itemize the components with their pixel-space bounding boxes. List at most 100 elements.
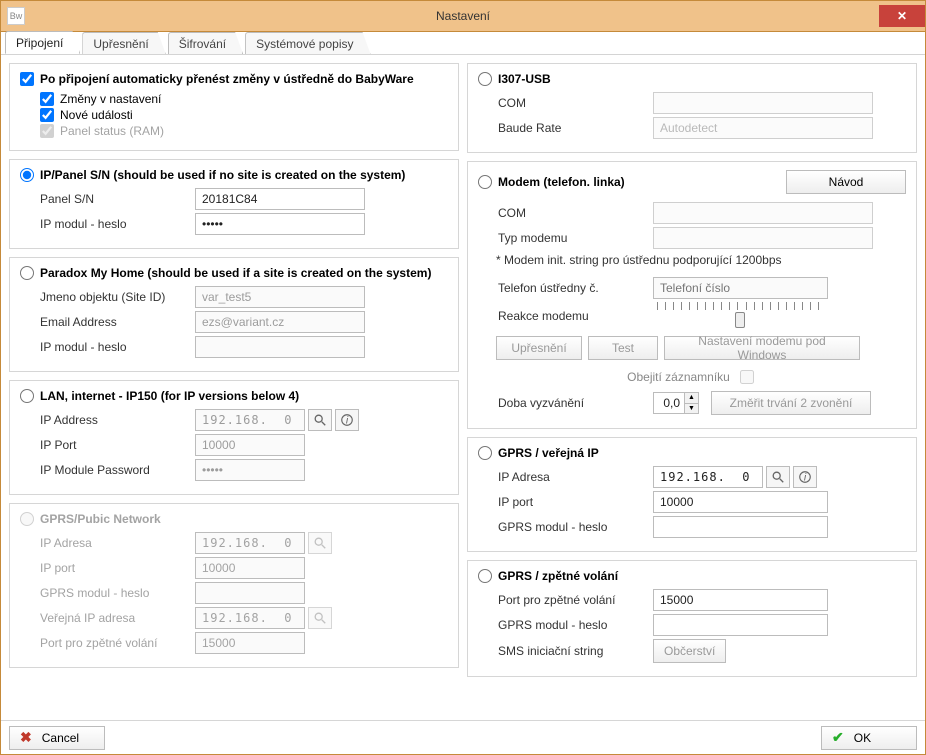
- radio-ip-sn-input[interactable]: [20, 168, 34, 182]
- ring-duration-label: Doba vyzvánění: [498, 396, 653, 410]
- radio-gprs-ip[interactable]: GPRS / veřejná IP: [478, 446, 906, 460]
- left-column: Po připojení automaticky přenést změny v…: [9, 63, 459, 716]
- panel-pmh: Paradox My Home (should be used if a sit…: [9, 257, 459, 372]
- modem-com-label: COM: [498, 206, 653, 220]
- tab-advanced[interactable]: Upřesnění: [82, 32, 165, 54]
- modem-com-select: [653, 202, 873, 224]
- gprsip-port-input[interactable]: [653, 491, 828, 513]
- ok-button[interactable]: ✔ OK: [821, 726, 917, 750]
- panel-gprs-ip: GPRS / veřejná IP IP Adresa i IP port GP…: [467, 437, 917, 552]
- modem-reaction-label: Reakce modemu: [498, 309, 653, 323]
- spinner-up-icon[interactable]: ▲: [684, 393, 698, 404]
- ok-label: OK: [854, 731, 871, 745]
- panel-gprs-public: GPRS/Pubic Network IP Adresa IP port GPR…: [9, 503, 459, 668]
- slider-thumb-icon[interactable]: [735, 312, 745, 328]
- tabbar: Připojení Upřesnění Šifrování Systémové …: [1, 31, 925, 55]
- radio-gprs-callback-input[interactable]: [478, 569, 492, 583]
- panel-auto-transfer: Po připojení automaticky přenést změny v…: [9, 63, 459, 151]
- chk-new-events-input[interactable]: [40, 108, 54, 122]
- i307-com-label: COM: [498, 96, 653, 110]
- radio-i307[interactable]: I307-USB: [478, 72, 906, 86]
- gprsip-modpw-input[interactable]: [653, 516, 828, 538]
- cancel-button[interactable]: ✖ Cancel: [9, 726, 105, 750]
- gprs-public-ip-input: [195, 607, 305, 629]
- modem-type-select: [653, 227, 873, 249]
- cancel-label: Cancel: [42, 731, 79, 745]
- radio-i307-input[interactable]: [478, 72, 492, 86]
- tab-encryption[interactable]: Šifrování: [168, 32, 243, 54]
- radio-modem[interactable]: Modem (telefon. linka): [478, 175, 786, 189]
- modem-guide-button[interactable]: Návod: [786, 170, 906, 194]
- gprsip-search-button[interactable]: [766, 466, 790, 488]
- ok-icon: ✔: [832, 729, 844, 746]
- radio-modem-input[interactable]: [478, 175, 492, 189]
- ip-module-password-input[interactable]: [195, 213, 365, 235]
- radio-gprs-callback-label: GPRS / zpětné volání: [498, 569, 618, 583]
- bypass-recorder-label: Obejití záznamníku: [627, 370, 730, 384]
- magnifier-icon: [313, 536, 327, 550]
- email-label: Email Address: [40, 315, 195, 329]
- radio-gprs-ip-label: GPRS / veřejná IP: [498, 446, 599, 460]
- tab-sysdesc[interactable]: Systémové popisy: [245, 32, 370, 54]
- lan-ip-input: [195, 409, 305, 431]
- callback-modpw-input[interactable]: [653, 614, 828, 636]
- gprsip-modpw-label: GPRS modul - heslo: [498, 520, 653, 534]
- modem-windows-button: Nastavení modemu pod Windows: [664, 336, 860, 360]
- panel-i307: I307-USB COM Baude Rate Autodetect: [467, 63, 917, 153]
- modem-reaction-slider[interactable]: [653, 302, 823, 330]
- radio-lan[interactable]: LAN, internet - IP150 (for IP versions b…: [20, 389, 448, 403]
- lan-search-button[interactable]: [308, 409, 332, 431]
- app-icon: Bw: [7, 7, 25, 25]
- i307-com-select: [653, 92, 873, 114]
- close-button[interactable]: ✕: [879, 5, 925, 27]
- radio-pmh[interactable]: Paradox My Home (should be used if a sit…: [20, 266, 448, 280]
- gprs-ip-input: [195, 532, 305, 554]
- ring-duration-spinner[interactable]: ▲ ▼: [653, 392, 699, 414]
- footer: ✖ Cancel ✔ OK: [1, 720, 925, 754]
- radio-gprs-callback[interactable]: GPRS / zpětné volání: [478, 569, 906, 583]
- radio-ip-sn-label: IP/Panel S/N (should be used if no site …: [40, 168, 405, 182]
- tab-connection[interactable]: Připojení: [5, 31, 80, 54]
- radio-pmh-label: Paradox My Home (should be used if a sit…: [40, 266, 431, 280]
- email-input: [195, 311, 365, 333]
- bypass-recorder-checkbox: [740, 370, 754, 384]
- chk-settings-changes-input[interactable]: [40, 92, 54, 106]
- radio-gprs-ip-input[interactable]: [478, 446, 492, 460]
- gprs-search-button: [308, 532, 332, 554]
- spinner-down-icon[interactable]: ▼: [684, 404, 698, 414]
- callback-modpw-label: GPRS modul - heslo: [498, 618, 653, 632]
- radio-ip-sn[interactable]: IP/Panel S/N (should be used if no site …: [20, 168, 448, 182]
- magnifier-icon: [313, 611, 327, 625]
- callback-port-input[interactable]: [653, 589, 828, 611]
- radio-pmh-input[interactable]: [20, 266, 34, 280]
- chk-new-events-label: Nové události: [60, 108, 133, 122]
- radio-lan-input[interactable]: [20, 389, 34, 403]
- lan-info-button[interactable]: i: [335, 409, 359, 431]
- lan-pw-input: [195, 459, 305, 481]
- gprs-callback-port-input: [195, 632, 305, 654]
- chk-new-events[interactable]: Nové události: [40, 108, 448, 122]
- chk-panel-status-label: Panel status (RAM): [60, 124, 164, 138]
- site-id-input: [195, 286, 365, 308]
- auto-transfer-header[interactable]: Po připojení automaticky přenést změny v…: [20, 72, 448, 86]
- modem-type-label: Typ modemu: [498, 231, 653, 245]
- chk-settings-changes[interactable]: Změny v nastavení: [40, 92, 448, 106]
- modem-phone-label: Telefon ústředny č.: [498, 281, 653, 295]
- auto-transfer-checkbox[interactable]: [20, 72, 34, 86]
- modem-test-button: Test: [588, 336, 658, 360]
- cancel-icon: ✖: [20, 729, 32, 746]
- gprs-modpw-input: [195, 582, 305, 604]
- auto-transfer-label: Po připojení automaticky přenést změny v…: [40, 72, 414, 86]
- gprs-ip-label: IP Adresa: [40, 536, 195, 550]
- panel-lan: LAN, internet - IP150 (for IP versions b…: [9, 380, 459, 495]
- ring-duration-input[interactable]: [654, 393, 684, 413]
- panel-modem: Modem (telefon. linka) Návod COM Typ mod…: [467, 161, 917, 429]
- gprsip-info-button[interactable]: i: [793, 466, 817, 488]
- gprsip-addr-input[interactable]: [653, 466, 763, 488]
- gprs-port-input: [195, 557, 305, 579]
- panel-sn-input[interactable]: [195, 188, 365, 210]
- gprsip-port-label: IP port: [498, 495, 653, 509]
- chk-settings-changes-label: Změny v nastavení: [60, 92, 161, 106]
- sms-init-label: SMS iniciační string: [498, 644, 653, 658]
- pmh-ipmod-pw-input: [195, 336, 365, 358]
